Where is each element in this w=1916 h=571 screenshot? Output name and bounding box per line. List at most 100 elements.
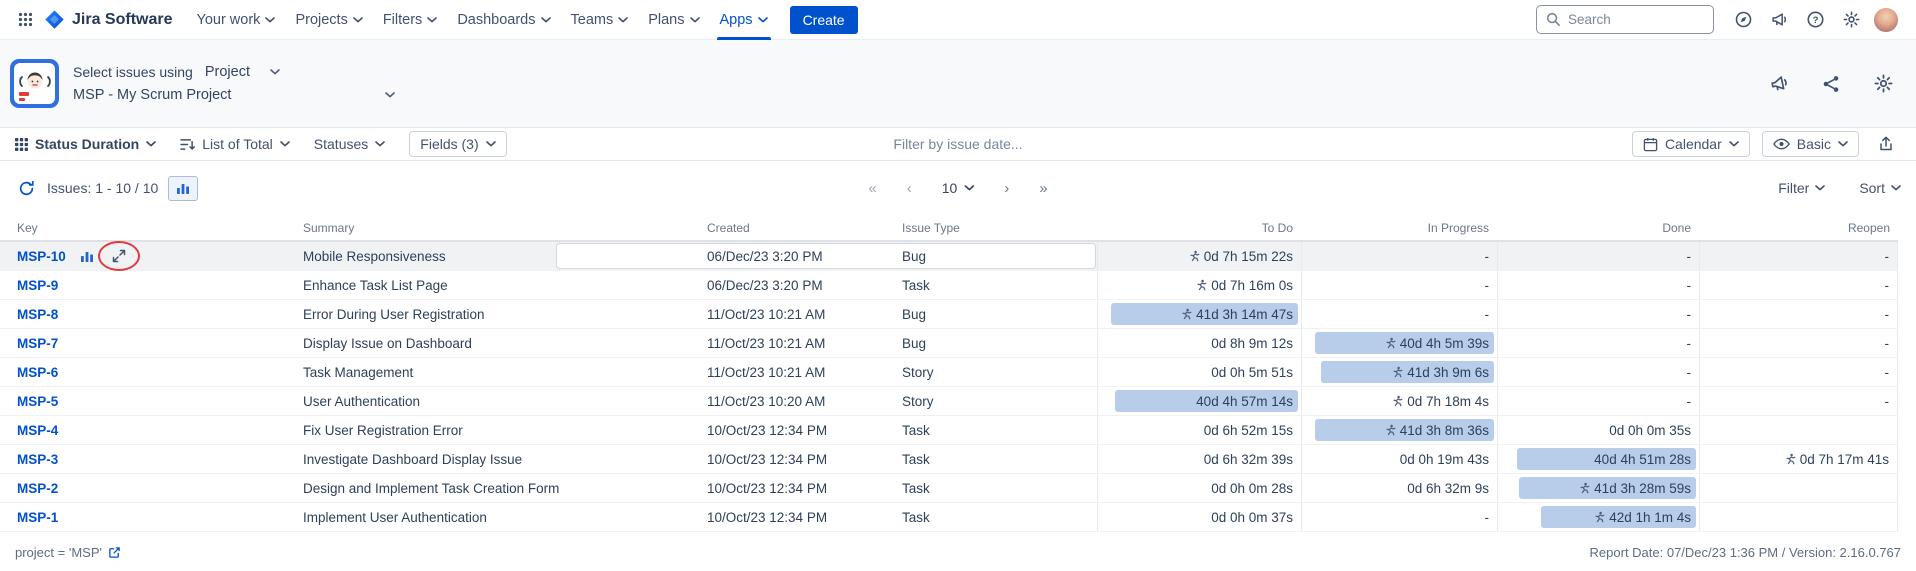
key-cell: MSP-10 bbox=[0, 242, 300, 270]
svg-text:?: ? bbox=[1812, 15, 1818, 26]
toolbar-right: Calendar Basic bbox=[1632, 129, 1901, 159]
user-avatar[interactable] bbox=[1872, 6, 1900, 34]
issue-type-cell: Story bbox=[901, 387, 1097, 415]
table-row[interactable]: MSP-2Design and Implement Task Creation … bbox=[0, 474, 1898, 503]
issue-key-link[interactable]: MSP-9 bbox=[17, 278, 58, 293]
column-header-issue-type[interactable]: Issue Type bbox=[901, 221, 1097, 235]
summary-cell: Display Issue on Dashboard bbox=[300, 329, 706, 357]
summary-cell: Fix User Registration Error bbox=[300, 416, 706, 444]
summary-cell: User Authentication bbox=[300, 387, 706, 415]
column-header-to-do[interactable]: To Do bbox=[1097, 221, 1301, 235]
whats-new-icon[interactable] bbox=[1764, 69, 1794, 99]
discover-icon[interactable] bbox=[1728, 5, 1758, 35]
issue-key-link[interactable]: MSP-1 bbox=[17, 510, 58, 525]
table-row[interactable]: MSP-10Mobile Responsiveness06/Dec/23 3:2… bbox=[0, 242, 1898, 271]
nav-item-plans[interactable]: Plans bbox=[638, 0, 709, 40]
to-do-duration-cell: 0d 8h 9m 12s bbox=[1097, 329, 1301, 357]
duration-value: 0d 8h 9m 12s bbox=[1211, 336, 1293, 351]
display-mode-dropdown[interactable]: Basic bbox=[1762, 131, 1859, 157]
view-mode-dropdown[interactable]: List of Total bbox=[180, 136, 290, 152]
settings-icon[interactable] bbox=[1868, 69, 1898, 99]
grid-icon bbox=[15, 138, 28, 151]
duration-value: 42d 1h 1m 4s bbox=[1541, 506, 1696, 528]
jira-logo[interactable]: Jira Software bbox=[44, 9, 172, 30]
expand-issue-icon[interactable] bbox=[108, 245, 130, 267]
next-page-button[interactable]: › bbox=[1004, 180, 1009, 197]
issue-source-mode-dropdown[interactable]: Project bbox=[205, 64, 280, 80]
column-header-key[interactable]: Key bbox=[0, 221, 300, 235]
issue-chart-icon[interactable] bbox=[76, 245, 98, 267]
key-cell: MSP-1 bbox=[0, 503, 300, 531]
filter-dropdown[interactable]: Filter bbox=[1778, 180, 1825, 196]
running-status-icon bbox=[1188, 250, 1200, 263]
export-icon[interactable] bbox=[1871, 129, 1901, 159]
primary-nav: Your work Projects Filters Dashboards Te… bbox=[186, 0, 777, 40]
column-header-done[interactable]: Done bbox=[1497, 221, 1699, 235]
issue-type-cell: Task bbox=[901, 503, 1097, 531]
report-type-dropdown[interactable]: Status Duration bbox=[15, 136, 156, 152]
refresh-icon[interactable] bbox=[15, 173, 37, 203]
column-header-reopen[interactable]: Reopen bbox=[1699, 221, 1898, 235]
table-row[interactable]: MSP-1Implement User Authentication10/Oct… bbox=[0, 503, 1898, 532]
nav-item-teams[interactable]: Teams bbox=[561, 0, 639, 40]
running-status-icon bbox=[1391, 395, 1403, 408]
fields-dropdown[interactable]: Fields (3) bbox=[409, 131, 506, 157]
table-row[interactable]: MSP-8Error During User Registration11/Oc… bbox=[0, 300, 1898, 329]
issue-key-link[interactable]: MSP-10 bbox=[17, 249, 66, 264]
column-header-summary[interactable]: Summary bbox=[300, 221, 706, 235]
column-header-in-progress[interactable]: In Progress bbox=[1301, 221, 1497, 235]
key-cell: MSP-8 bbox=[0, 300, 300, 328]
issue-key-link[interactable]: MSP-2 bbox=[17, 481, 58, 496]
duration-value: 40d 4h 5m 39s bbox=[1315, 332, 1494, 354]
nav-item-projects[interactable]: Projects bbox=[285, 0, 372, 40]
table-row[interactable]: MSP-7Display Issue on Dashboard11/Oct/23… bbox=[0, 329, 1898, 358]
issue-key-link[interactable]: MSP-3 bbox=[17, 452, 58, 467]
column-header-created[interactable]: Created bbox=[706, 221, 901, 235]
table-row[interactable]: MSP-5User Authentication11/Oct/23 10:20 … bbox=[0, 387, 1898, 416]
share-icon[interactable] bbox=[1816, 69, 1846, 99]
search-input[interactable] bbox=[1568, 12, 1704, 27]
nav-item-filters[interactable]: Filters bbox=[373, 0, 447, 40]
issue-date-filter-input[interactable] bbox=[843, 136, 1073, 152]
table-row[interactable]: MSP-9Enhance Task List Page06/Dec/23 3:2… bbox=[0, 271, 1898, 300]
issue-key-link[interactable]: MSP-4 bbox=[17, 423, 58, 438]
in-progress-duration-cell: - bbox=[1301, 300, 1497, 328]
statuses-dropdown[interactable]: Statuses bbox=[314, 136, 385, 152]
to-do-duration-cell: 41d 3h 14m 47s bbox=[1097, 300, 1301, 328]
issue-key-link[interactable]: MSP-6 bbox=[17, 365, 58, 380]
last-page-button[interactable]: » bbox=[1039, 180, 1047, 197]
done-duration-cell: - bbox=[1497, 271, 1699, 299]
table-row[interactable]: MSP-6Task Management11/Oct/23 10:21 AMSt… bbox=[0, 358, 1898, 387]
chart-view-toggle[interactable] bbox=[168, 176, 198, 201]
pager-left: Issues: 1 - 10 / 10 bbox=[15, 173, 198, 203]
project-dropdown[interactable]: MSP - My Scrum Project bbox=[73, 87, 395, 103]
summary-cell: Error During User Registration bbox=[300, 300, 706, 328]
issue-key-link[interactable]: MSP-5 bbox=[17, 394, 58, 409]
nav-item-your-work[interactable]: Your work bbox=[186, 0, 285, 40]
duration-value: - bbox=[1687, 249, 1692, 264]
first-page-button[interactable]: « bbox=[868, 180, 876, 197]
duration-value: 0d 0h 0m 37s bbox=[1211, 510, 1293, 525]
announcement-icon[interactable] bbox=[1764, 5, 1794, 35]
table-row[interactable]: MSP-4 Fix User Registration Error10/Oct/2… bbox=[0, 416, 1898, 445]
issue-key-link[interactable]: MSP-8 bbox=[17, 307, 58, 322]
app-switcher-icon[interactable] bbox=[10, 5, 40, 35]
jql-query-link[interactable]: project = 'MSP' bbox=[15, 545, 121, 560]
created-cell: 10/Oct/23 12:34 PM bbox=[706, 416, 901, 444]
issue-key-link[interactable]: MSP-7 bbox=[17, 336, 58, 351]
created-cell: 06/Dec/23 3:20 PM bbox=[706, 242, 901, 270]
table-row[interactable]: MSP-3Investigate Dashboard Display Issue… bbox=[0, 445, 1898, 474]
pager-center: « ‹ 10 › » bbox=[868, 180, 1047, 197]
reopen-duration-cell: - bbox=[1699, 242, 1898, 270]
nav-item-dashboards[interactable]: Dashboards bbox=[447, 0, 560, 40]
page-size-dropdown[interactable]: 10 bbox=[942, 180, 975, 196]
calendar-dropdown[interactable]: Calendar bbox=[1632, 131, 1750, 157]
nav-item-apps[interactable]: Apps bbox=[710, 0, 778, 40]
duration-value: - bbox=[1687, 278, 1692, 293]
settings-icon[interactable] bbox=[1836, 5, 1866, 35]
help-icon[interactable]: ? bbox=[1800, 5, 1830, 35]
sort-dropdown[interactable]: Sort bbox=[1859, 180, 1901, 196]
done-duration-cell: - bbox=[1497, 300, 1699, 328]
create-button[interactable]: Create bbox=[790, 6, 858, 34]
prev-page-button[interactable]: ‹ bbox=[907, 180, 912, 197]
